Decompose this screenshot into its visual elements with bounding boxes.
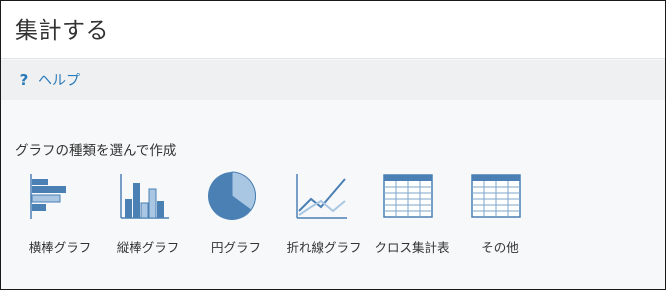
chart-type-label: その他	[481, 240, 519, 255]
help-bar: ? ヘルプ	[1, 60, 665, 100]
chart-type-label: 横棒グラフ	[28, 240, 92, 255]
title-bar: 集計する	[1, 1, 665, 59]
chart-type-horizontal-bar[interactable]: 横棒グラフ	[15, 169, 105, 259]
chart-type-other[interactable]: その他	[455, 169, 545, 259]
chart-type-vertical-bar[interactable]: 縦棒グラフ	[103, 169, 193, 259]
cross-table-icon	[383, 174, 433, 218]
dialog-frame: 集計する ? ヘルプ グラフの種類を選んで作成 横棒グラフ 縦棒グラフ 円グラフ…	[0, 0, 666, 290]
chart-type-cross-table[interactable]: クロス集計表	[367, 169, 457, 259]
line-chart-icon	[296, 174, 347, 219]
section-title: グラフの種類を選んで作成	[15, 143, 177, 159]
chart-type-list: 横棒グラフ 縦棒グラフ 円グラフ 折れ線グラフ クロス集計表 その他	[15, 169, 555, 269]
chart-type-line[interactable]: 折れ線グラフ	[279, 169, 369, 259]
help-label: ヘルプ	[38, 73, 80, 89]
page-title: 集計する	[15, 18, 109, 44]
chart-type-label: 円グラフ	[210, 240, 261, 255]
other-table-icon	[471, 174, 521, 218]
vertical-bar-chart-icon	[120, 174, 169, 219]
help-link[interactable]: ? ヘルプ	[17, 70, 80, 90]
chart-type-label: 折れ線グラフ	[286, 240, 362, 255]
chart-type-pie[interactable]: 円グラフ	[191, 169, 281, 259]
question-icon: ?	[19, 71, 29, 89]
pie-chart-icon	[208, 171, 256, 220]
horizontal-bar-chart-icon	[30, 174, 66, 219]
chart-type-label: クロス集計表	[374, 240, 450, 255]
chart-type-label: 縦棒グラフ	[116, 240, 180, 255]
